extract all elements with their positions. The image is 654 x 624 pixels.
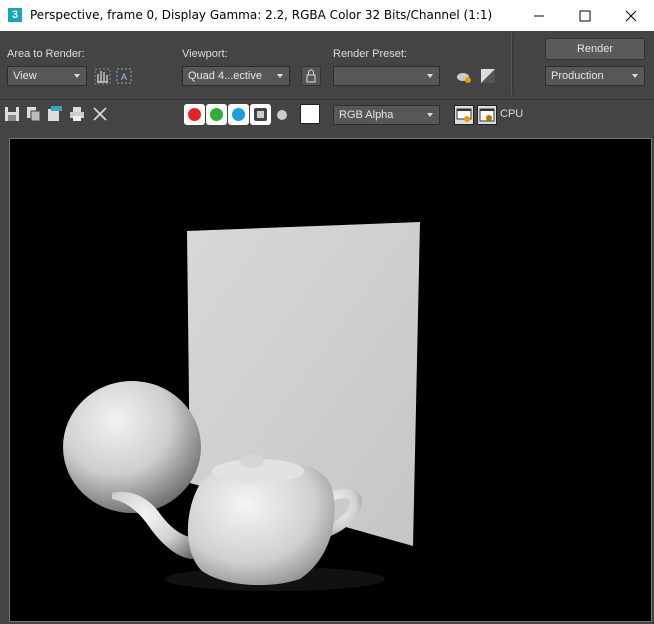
alpha-channel-toggle[interactable] [250,104,271,125]
minimize-button[interactable] [516,0,562,31]
maximize-icon [579,10,591,22]
close-button[interactable] [608,0,654,31]
viewport-dropdown[interactable]: Quad 4...ective [182,66,290,86]
red-channel-toggle[interactable] [184,104,205,125]
render-preset-dropdown[interactable] [333,66,440,86]
viewport-value: Quad 4...ective [188,70,262,82]
area-to-render-value: View [13,70,37,82]
green-channel-icon [210,108,223,121]
render-mode-dropdown[interactable]: Production [545,66,645,86]
app-icon: 3 [8,8,22,22]
viewport-label: Viewport: [182,48,228,60]
renderer-label: CPU [500,108,524,120]
color-swatch[interactable] [300,104,320,124]
edit-region-button[interactable] [92,66,112,86]
render-setup-button[interactable] [454,66,474,86]
chevron-down-icon [427,113,433,117]
lock-viewport-button[interactable] [301,66,321,86]
render-mode-value: Production [551,70,604,82]
save-icon [5,107,19,121]
copy-button[interactable] [26,106,44,124]
blue-channel-toggle[interactable] [228,104,249,125]
teapot-knob [240,454,264,468]
copy-icon [27,107,41,122]
minimize-icon [534,15,544,17]
auto-region-icon: A [116,68,132,84]
window-title: Perspective, frame 0, Display Gamma: 2.2… [30,8,493,22]
red-channel-icon [188,108,201,121]
area-to-render-label: Area to Render: [7,48,85,60]
panel-divider [511,33,514,95]
render-button[interactable]: Render [545,38,645,60]
window-overlay-icon [456,108,472,122]
auto-region-button[interactable]: A [114,66,134,86]
chevron-down-icon [277,74,283,78]
title-bar: 3 Perspective, frame 0, Display Gamma: 2… [0,0,654,31]
alpha-icon [254,108,267,121]
toggle-ui-overlay-button[interactable] [454,105,474,125]
clear-button[interactable] [92,106,110,124]
teapot-gear-icon [457,73,471,83]
hand-icon [94,68,111,85]
toggle-ui-button[interactable] [477,105,497,125]
chevron-down-icon [74,74,80,78]
print-button[interactable] [69,106,87,124]
clone-button[interactable] [47,106,65,124]
rendered-image [63,222,420,591]
blue-channel-icon [232,108,245,121]
render-preset-label: Render Preset: [333,48,407,60]
maximize-button[interactable] [562,0,608,31]
chevron-down-icon [632,74,638,78]
exposure-icon [481,69,495,83]
save-button[interactable] [4,106,22,124]
close-icon [93,107,107,121]
green-channel-toggle[interactable] [206,104,227,125]
display-channel-value: RGB Alpha [339,109,394,121]
chevron-down-icon [427,74,433,78]
display-channel-dropdown[interactable]: RGB Alpha [333,105,440,125]
clone-icon [48,106,62,121]
window-ui-icon [479,108,495,122]
lock-icon [306,69,316,83]
print-icon [70,107,84,121]
svg-text:A: A [121,72,127,82]
environment-button[interactable] [478,66,498,86]
monochrome-toggle[interactable] [277,110,287,120]
area-to-render-dropdown[interactable]: View [7,66,87,86]
close-icon [625,10,637,22]
render-viewport[interactable] [9,138,652,622]
